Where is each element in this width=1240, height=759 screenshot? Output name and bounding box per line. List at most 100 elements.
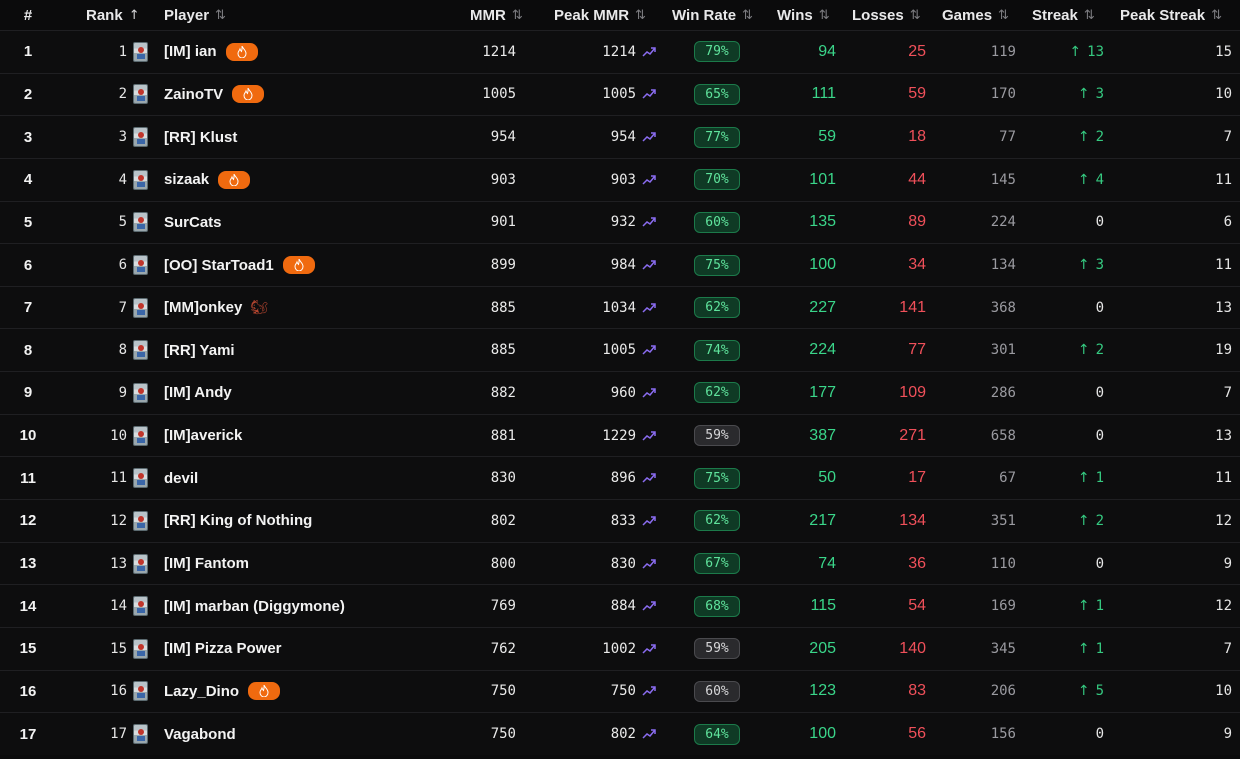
trend-up-icon bbox=[642, 260, 656, 270]
table-row[interactable]: 6 6 [OO] StarToad1 899 984 75% 100 34 13… bbox=[0, 243, 1240, 286]
trend-up-icon bbox=[642, 345, 656, 355]
column-header-losses[interactable]: Losses ⇅ bbox=[852, 0, 938, 30]
table-row[interactable]: 4 4 sizaak 903 903 70% 101 44 145 ↑ 4 11 bbox=[0, 157, 1240, 201]
win-rate-badge: 79% bbox=[694, 41, 740, 63]
rank-value: 7 bbox=[118, 299, 127, 316]
player-name[interactable]: [IM]averick bbox=[164, 427, 242, 444]
rank-badge-icon bbox=[133, 596, 148, 617]
player-name[interactable]: devil bbox=[164, 470, 198, 487]
player-name[interactable]: [RR] Klust bbox=[164, 129, 237, 146]
mmr-value: 882 bbox=[490, 384, 516, 401]
table-row[interactable]: 1 1 [IM] ian 1214 1214 79% 94 25 119 ↑ 13… bbox=[0, 30, 1240, 73]
table-row[interactable]: 5 5 SurCats 901 932 60% 135 89 224 0 6 bbox=[0, 200, 1240, 244]
column-header-player[interactable]: Player ⇅ bbox=[164, 0, 464, 30]
mmr-value: 750 bbox=[490, 683, 516, 700]
games-value: 224 bbox=[990, 214, 1016, 231]
games-value: 156 bbox=[990, 726, 1016, 743]
peak-mmr-value: 903 bbox=[610, 171, 636, 188]
player-name[interactable]: [RR] Yami bbox=[164, 342, 235, 359]
player-name[interactable]: [MM]onkey bbox=[164, 299, 242, 316]
losses-value: 54 bbox=[908, 597, 926, 615]
sort-updown-icon[interactable]: ⇅ bbox=[998, 8, 1009, 23]
player-name[interactable]: [OO] StarToad1 bbox=[164, 257, 274, 274]
table-row[interactable]: 7 7 [MM]onkey 🐿 885 1034 62% 227 141 368… bbox=[0, 285, 1240, 329]
table-row[interactable]: 14 14 [IM] marban (Diggymone) 769 884 68… bbox=[0, 584, 1240, 627]
mmr-value: 762 bbox=[490, 640, 516, 657]
column-header-peak-mmr[interactable]: Peak MMR ⇅ bbox=[554, 0, 664, 30]
peak-streak-value: 10 bbox=[1215, 683, 1232, 700]
table-row[interactable]: 17 17 Vagabond 750 802 64% 100 56 156 0 … bbox=[0, 712, 1240, 755]
player-name[interactable]: Vagabond bbox=[164, 726, 236, 743]
rank-value: 17 bbox=[110, 726, 127, 743]
player-name[interactable]: [IM] Andy bbox=[164, 384, 232, 401]
arrow-up-icon: ↑ bbox=[1077, 86, 1090, 103]
sort-updown-icon[interactable]: ⇅ bbox=[742, 8, 753, 23]
table-row[interactable]: 2 2 ZainoTV 1005 1005 65% 111 59 170 ↑ 3 … bbox=[0, 72, 1240, 116]
rank-value: 16 bbox=[110, 683, 127, 700]
peak-streak-value: 11 bbox=[1215, 470, 1232, 487]
column-header-wins[interactable]: Wins ⇅ bbox=[777, 0, 847, 30]
sort-updown-icon[interactable]: ⇅ bbox=[819, 8, 830, 23]
table-row[interactable]: 10 10 [IM]averick 881 1229 59% 387 271 6… bbox=[0, 413, 1240, 457]
column-header-mmr[interactable]: MMR ⇅ bbox=[470, 0, 540, 30]
table-row[interactable]: 3 3 [RR] Klust 954 954 77% 59 18 77 ↑ 2 7 bbox=[0, 115, 1240, 158]
player-name[interactable]: ZainoTV bbox=[164, 86, 223, 103]
losses-value: 141 bbox=[899, 298, 926, 316]
streak-number: 13 bbox=[1087, 43, 1104, 60]
player-name[interactable]: [IM] ian bbox=[164, 43, 217, 60]
rank-value: 1 bbox=[118, 43, 127, 60]
losses-value: 140 bbox=[899, 639, 926, 657]
table-row[interactable]: 13 13 [IM] Fantom 800 830 67% 74 36 110 … bbox=[0, 541, 1240, 585]
arrow-up-icon: ↑ bbox=[1077, 171, 1090, 188]
column-header-games[interactable]: Games ⇅ bbox=[942, 0, 1024, 30]
mmr-value: 769 bbox=[490, 598, 516, 615]
sort-updown-icon[interactable]: ⇅ bbox=[635, 8, 646, 23]
player-name[interactable]: sizaak bbox=[164, 171, 209, 188]
column-header-streak[interactable]: Streak ⇅ bbox=[1032, 0, 1112, 30]
table-row[interactable]: 8 8 [RR] Yami 885 1005 74% 224 77 301 ↑ 2… bbox=[0, 328, 1240, 372]
table-row[interactable]: 9 9 [IM] Andy 882 960 62% 177 109 286 0 … bbox=[0, 371, 1240, 414]
rank-badge-icon bbox=[133, 212, 148, 233]
player-name[interactable]: SurCats bbox=[164, 214, 222, 231]
win-rate-badge: 60% bbox=[694, 211, 740, 233]
sort-updown-icon[interactable]: ⇅ bbox=[1084, 8, 1095, 23]
trend-up-icon bbox=[642, 132, 656, 142]
peak-mmr-value: 1002 bbox=[602, 640, 636, 657]
streak-number: 3 bbox=[1095, 86, 1104, 103]
player-name[interactable]: [IM] Pizza Power bbox=[164, 640, 282, 657]
wins-value: 59 bbox=[818, 128, 836, 146]
sort-updown-icon[interactable]: ⇅ bbox=[512, 8, 523, 23]
table-row[interactable]: 15 15 [IM] Pizza Power 762 1002 59% 205 … bbox=[0, 626, 1240, 670]
games-value: 67 bbox=[999, 470, 1016, 487]
table-row[interactable]: 11 11 devil 830 896 75% 50 17 67 ↑ 1 11 bbox=[0, 456, 1240, 500]
wins-value: 387 bbox=[809, 426, 836, 444]
streak-value: 0 bbox=[1095, 214, 1104, 231]
player-name[interactable]: [RR] King of Nothing bbox=[164, 512, 312, 529]
wins-value: 50 bbox=[818, 469, 836, 487]
streak-number: 1 bbox=[1095, 470, 1104, 487]
peak-mmr-value: 896 bbox=[610, 470, 636, 487]
player-name[interactable]: [IM] marban (Diggymone) bbox=[164, 598, 345, 615]
table-row[interactable]: 16 16 Lazy_Dino 750 750 60% 123 83 206 ↑… bbox=[0, 669, 1240, 713]
column-header-rank[interactable]: Rank ↑ bbox=[56, 0, 148, 30]
player-name[interactable]: Lazy_Dino bbox=[164, 683, 239, 700]
wins-value: 94 bbox=[818, 42, 836, 60]
sort-updown-icon[interactable]: ⇅ bbox=[215, 8, 226, 23]
player-name[interactable]: [IM] Fantom bbox=[164, 555, 249, 572]
peak-streak-value: 9 bbox=[1223, 726, 1232, 743]
arrow-up-icon: ↑ bbox=[1077, 342, 1090, 359]
arrow-up-icon[interactable]: ↑ bbox=[129, 8, 140, 23]
mmr-value: 800 bbox=[490, 555, 516, 572]
losses-value: 89 bbox=[908, 213, 926, 231]
streak-number: 1 bbox=[1095, 640, 1104, 657]
table-row[interactable]: 12 12 [RR] King of Nothing 802 833 62% 2… bbox=[0, 499, 1240, 542]
sort-updown-icon[interactable]: ⇅ bbox=[1211, 8, 1222, 23]
mmr-value: 1214 bbox=[482, 43, 516, 60]
losses-value: 17 bbox=[908, 469, 926, 487]
rank-value: 14 bbox=[110, 598, 127, 615]
peak-streak-value: 12 bbox=[1215, 512, 1232, 529]
column-header-win-rate[interactable]: Win Rate ⇅ bbox=[672, 0, 772, 30]
sort-updown-icon[interactable]: ⇅ bbox=[910, 8, 921, 23]
column-header-peak-streak[interactable]: Peak Streak ⇅ bbox=[1120, 0, 1238, 30]
rank-header-label: Rank bbox=[86, 6, 123, 24]
